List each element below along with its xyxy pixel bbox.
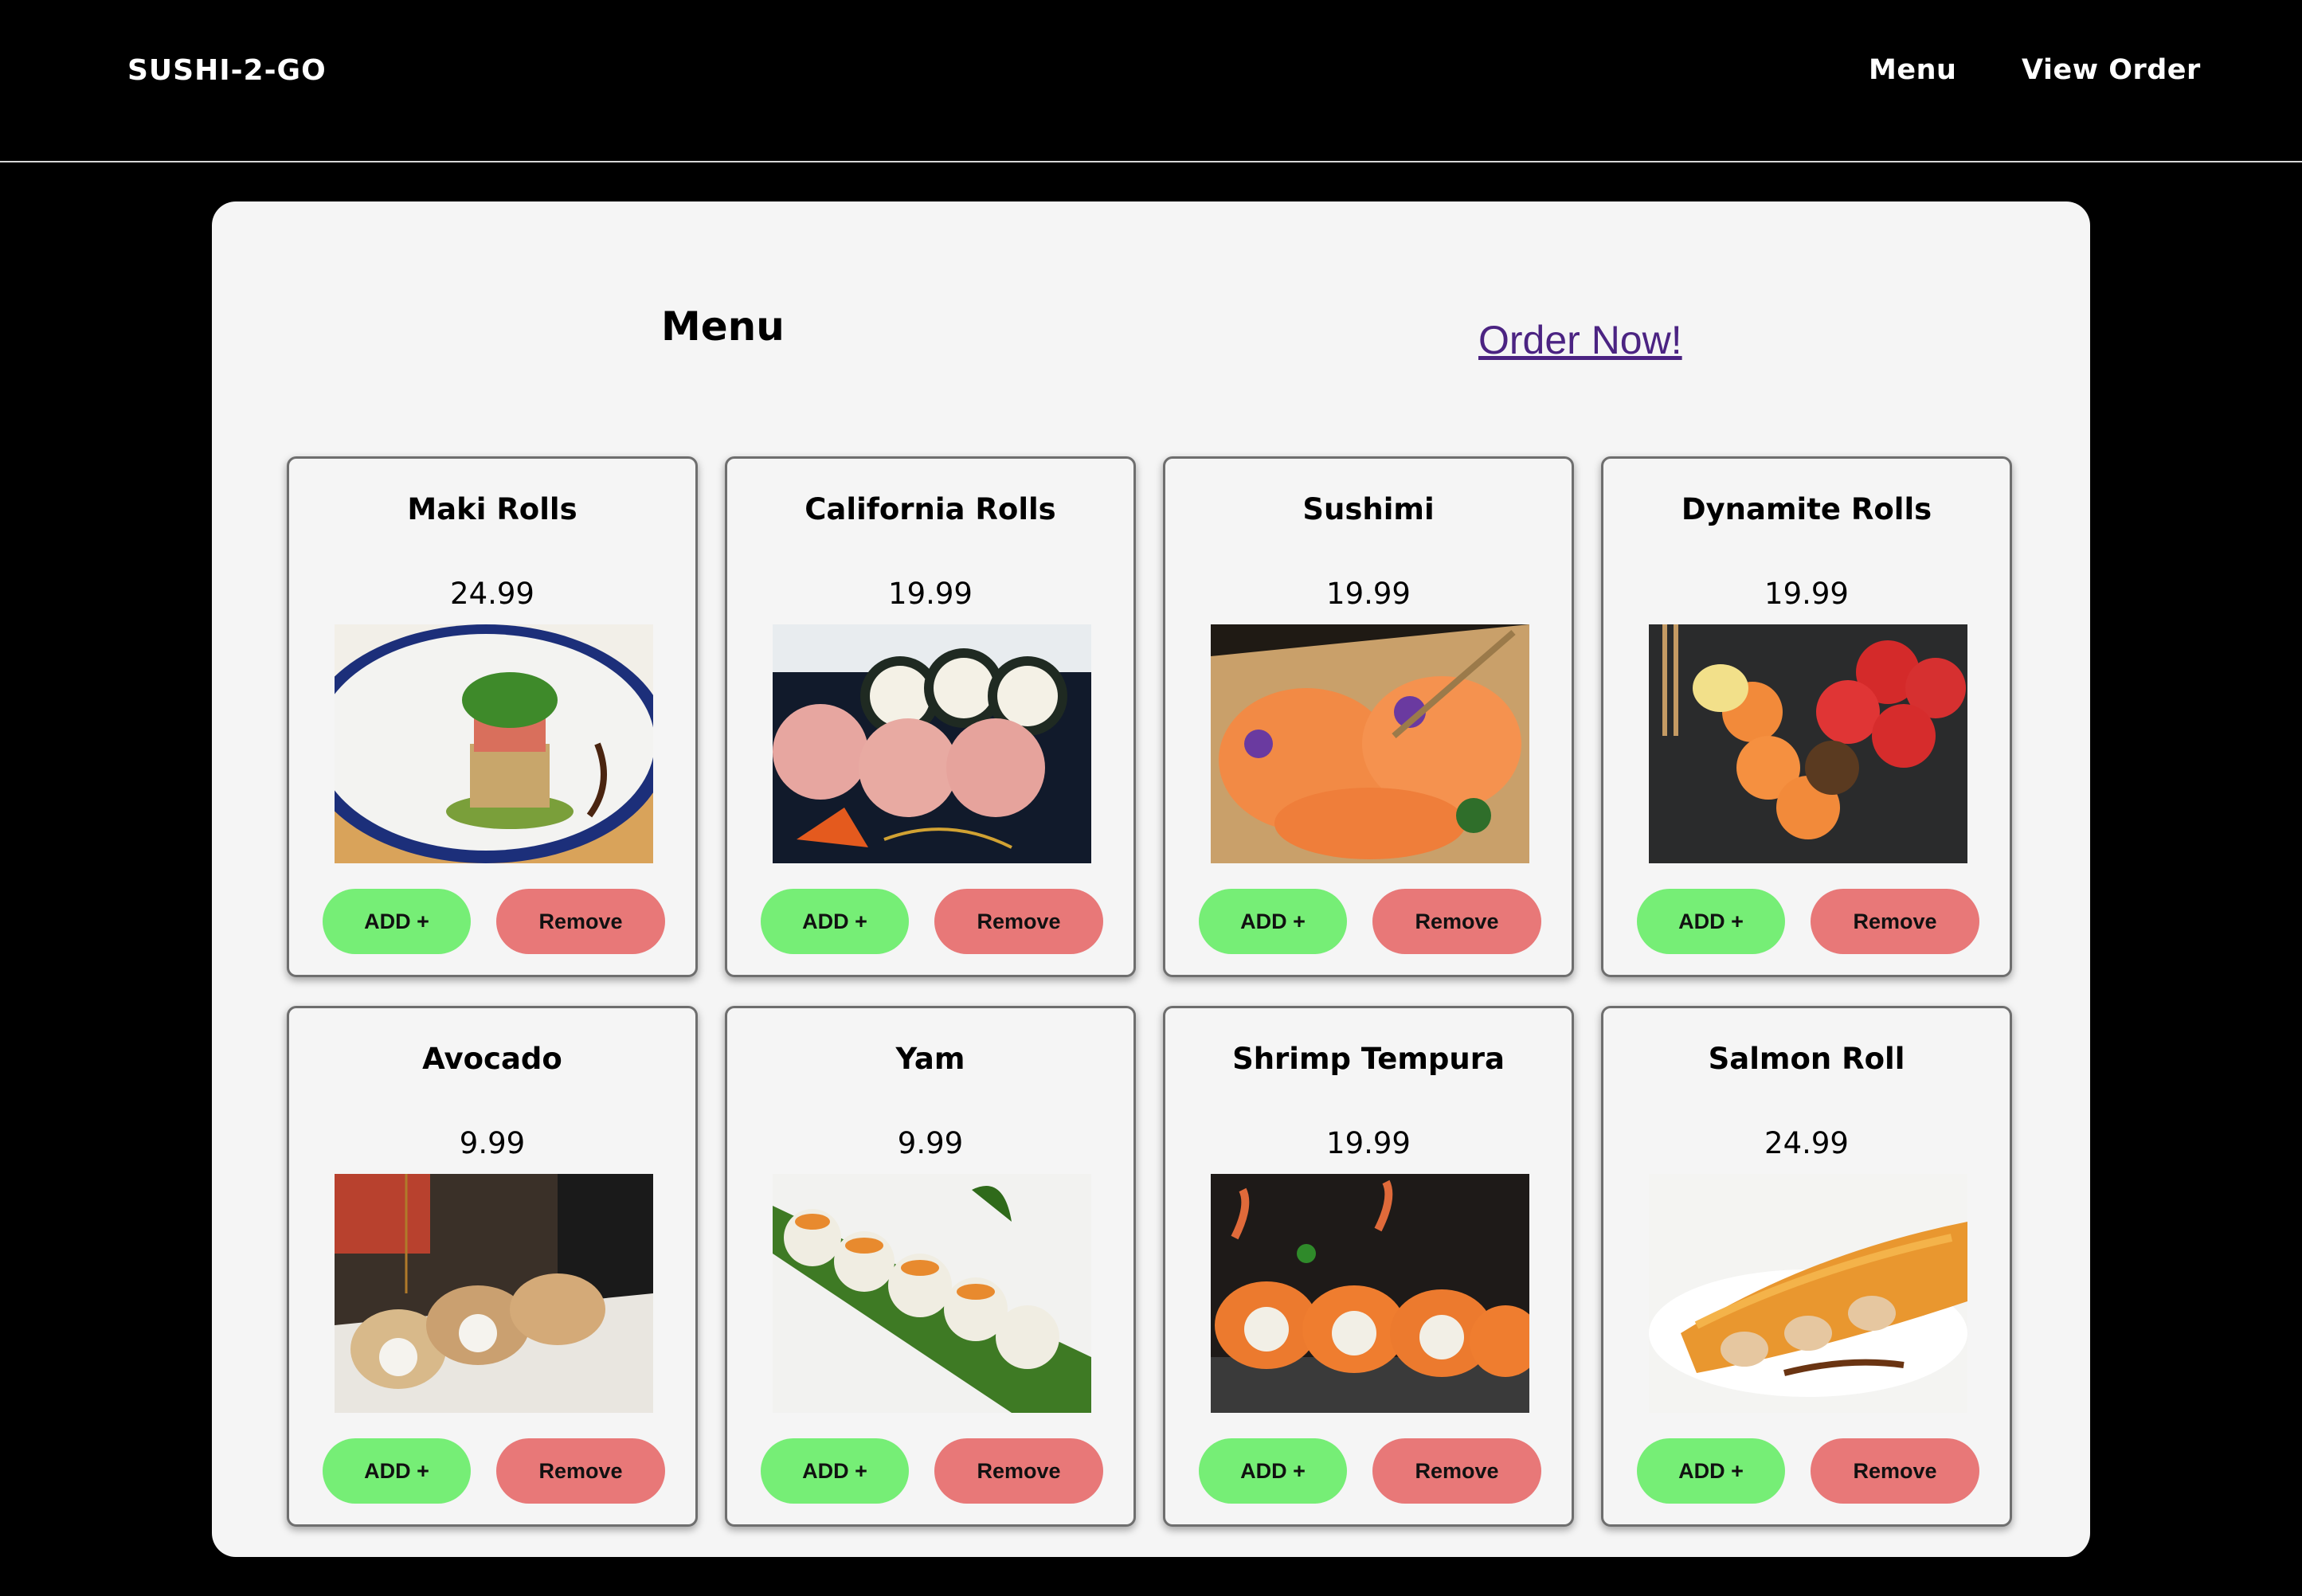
add-button[interactable]: ADD + xyxy=(1637,889,1785,954)
nav-link-menu[interactable]: Menu xyxy=(1869,54,1956,86)
menu-card: California Rolls 19.99 ADD + Remove xyxy=(725,456,1136,977)
item-price: 9.99 xyxy=(897,1126,964,1160)
item-image xyxy=(1211,1174,1529,1413)
remove-button[interactable]: Remove xyxy=(496,1438,665,1504)
item-image xyxy=(1649,1174,1967,1413)
item-image xyxy=(335,624,653,863)
menu-panel: Menu Order Now! Maki Rolls 24.99 ADD + R… xyxy=(212,201,2090,1557)
add-button[interactable]: ADD + xyxy=(1637,1438,1785,1504)
item-price: 24.99 xyxy=(1764,1126,1849,1160)
menu-card: Sushimi 19.99 ADD + Remove xyxy=(1163,456,1574,977)
item-name: Avocado xyxy=(422,1042,562,1076)
page-title: Menu xyxy=(661,303,785,350)
item-price: 9.99 xyxy=(459,1126,526,1160)
item-name: Salmon Roll xyxy=(1708,1042,1905,1076)
item-price: 19.99 xyxy=(888,577,973,611)
remove-button[interactable]: Remove xyxy=(1372,1438,1541,1504)
menu-card: Maki Rolls 24.99 ADD + Remove xyxy=(287,456,698,977)
remove-button[interactable]: Remove xyxy=(934,889,1103,954)
item-image xyxy=(335,1174,653,1413)
item-image xyxy=(1211,624,1529,863)
remove-button[interactable]: Remove xyxy=(1372,889,1541,954)
item-price: 19.99 xyxy=(1764,577,1849,611)
item-image xyxy=(773,624,1091,863)
menu-card: Avocado 9.99 ADD + Remove xyxy=(287,1006,698,1527)
item-price: 24.99 xyxy=(450,577,534,611)
item-name: Shrimp Tempura xyxy=(1232,1042,1505,1076)
add-button[interactable]: ADD + xyxy=(323,1438,471,1504)
menu-card: Dynamite Rolls 19.99 ADD + Remove xyxy=(1601,456,2012,977)
navbar: SUSHI-2-GO Menu View Order xyxy=(0,0,2302,162)
item-name: Sushimi xyxy=(1302,492,1435,526)
menu-card: Yam 9.99 ADD + Remove xyxy=(725,1006,1136,1527)
menu-card: Shrimp Tempura 19.99 ADD + Remove xyxy=(1163,1006,1574,1527)
order-now-link[interactable]: Order Now! xyxy=(1478,317,1682,363)
remove-button[interactable]: Remove xyxy=(1811,1438,1979,1504)
remove-button[interactable]: Remove xyxy=(1811,889,1979,954)
add-button[interactable]: ADD + xyxy=(761,889,909,954)
item-name: Maki Rolls xyxy=(407,492,577,526)
item-price: 19.99 xyxy=(1326,577,1411,611)
menu-card: Salmon Roll 24.99 ADD + Remove xyxy=(1601,1006,2012,1527)
remove-button[interactable]: Remove xyxy=(934,1438,1103,1504)
item-name: California Rolls xyxy=(805,492,1056,526)
add-button[interactable]: ADD + xyxy=(1199,1438,1347,1504)
add-button[interactable]: ADD + xyxy=(761,1438,909,1504)
add-button[interactable]: ADD + xyxy=(1199,889,1347,954)
item-name: Yam xyxy=(895,1042,965,1076)
item-name: Dynamite Rolls xyxy=(1681,492,1932,526)
remove-button[interactable]: Remove xyxy=(496,889,665,954)
item-image xyxy=(1649,624,1967,863)
nav-link-view-order[interactable]: View Order xyxy=(2022,54,2201,86)
add-button[interactable]: ADD + xyxy=(323,889,471,954)
brand-logo[interactable]: SUSHI-2-GO xyxy=(127,54,327,87)
item-image xyxy=(773,1174,1091,1413)
item-price: 19.99 xyxy=(1326,1126,1411,1160)
